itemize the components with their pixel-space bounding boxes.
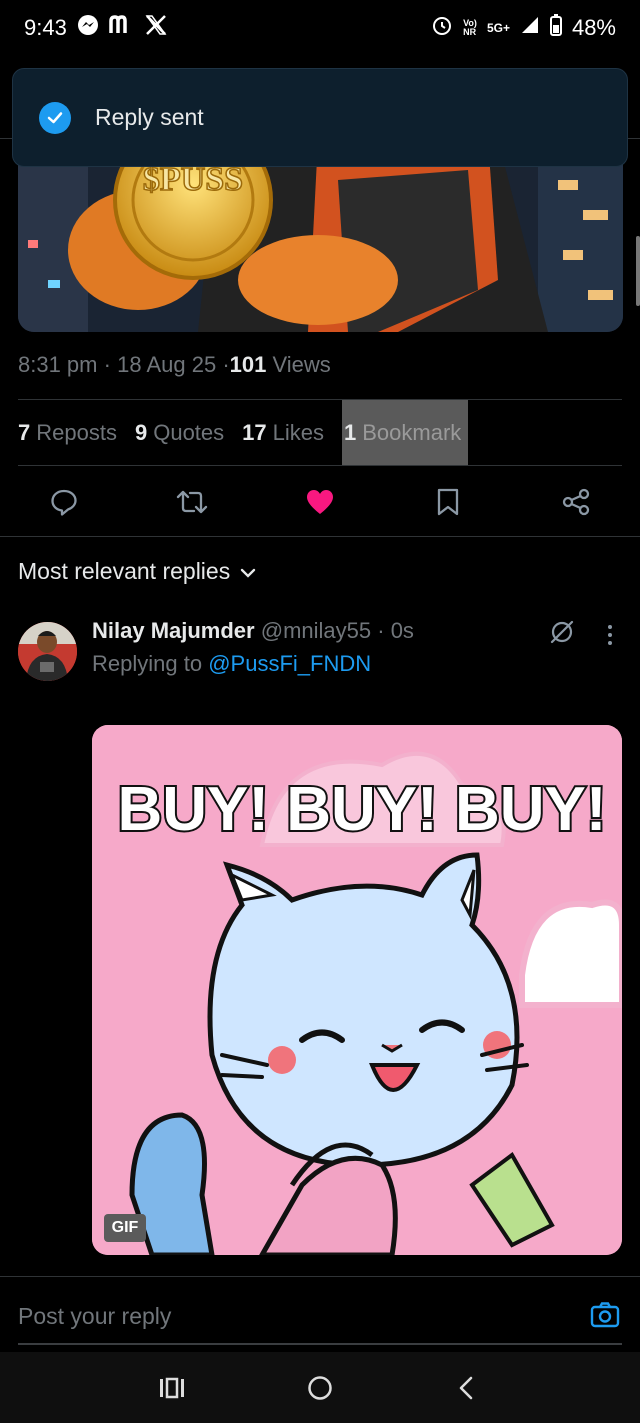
repost-icon[interactable] — [172, 482, 212, 522]
status-bar: 9:43 Vo) NR 5G+ 48% — [0, 0, 640, 56]
replying-to: Replying to @PussFi_FNDN — [92, 651, 371, 677]
alarm-icon — [431, 14, 453, 42]
replying-mention[interactable]: @PussFi_FNDN — [208, 651, 371, 676]
reply-input[interactable]: Post your reply — [18, 1303, 171, 1330]
likes-stat[interactable]: 17 Likes — [242, 420, 324, 446]
bookmark-icon[interactable] — [428, 482, 468, 522]
quotes-stat[interactable]: 9 Quotes — [135, 420, 224, 446]
back-icon[interactable] — [450, 1372, 482, 1404]
divider — [18, 465, 622, 466]
clock: 9:43 — [24, 15, 67, 40]
system-navbar — [0, 1352, 640, 1423]
views-label[interactable]: Views — [272, 352, 330, 377]
battery-percent: 48% — [571, 15, 616, 40]
avatar[interactable] — [18, 622, 77, 681]
post-image[interactable]: $PUSS — [18, 140, 623, 332]
toast-notification: Reply sent — [12, 68, 628, 167]
reply-header: Nilay Majumder @mnilay55 · 0s — [92, 618, 414, 644]
grok-icon[interactable] — [548, 618, 576, 646]
reply-time: · 0s — [377, 618, 414, 643]
reply-gif[interactable]: BUY! BUY! BUY! — [92, 725, 622, 1255]
post-meta: 8:31 pm · 18 Aug 25 ·101 Views — [18, 352, 331, 378]
reposts-stat[interactable]: 7 Reposts — [18, 420, 117, 446]
check-circle-icon — [39, 101, 71, 134]
post-actions — [0, 468, 640, 534]
scrollbar[interactable] — [636, 236, 640, 306]
composer-underline — [18, 1343, 622, 1345]
chevron-down-icon — [240, 558, 256, 585]
replying-prefix: Replying to — [92, 651, 203, 676]
divider — [0, 536, 640, 537]
like-icon[interactable] — [300, 482, 340, 522]
messenger-icon — [77, 14, 99, 42]
replies-sort-dropdown[interactable]: Most relevant replies — [18, 558, 256, 585]
gif-badge: GIF — [104, 1214, 146, 1242]
camera-icon[interactable] — [590, 1301, 620, 1329]
m-app-icon — [109, 15, 135, 41]
bookmarks-stat[interactable]: 1 Bookmark — [342, 400, 468, 465]
meta-separator: · — [103, 352, 111, 377]
gif-text: BUY! BUY! BUY! — [117, 775, 606, 844]
post-date: 18 Aug 25 — [117, 352, 217, 377]
post-time: 8:31 pm — [18, 352, 98, 377]
more-options-icon[interactable] — [604, 622, 616, 648]
signal-icon — [520, 15, 540, 41]
reply-composer: Post your reply — [0, 1276, 640, 1352]
status-right: Vo) NR 5G+ 48% — [431, 14, 616, 42]
x-logo-icon — [145, 14, 167, 42]
battery-icon — [549, 14, 562, 42]
recent-apps-icon[interactable] — [156, 1372, 188, 1404]
status-left: 9:43 — [24, 14, 167, 42]
volte-indicator: Vo) NR — [463, 18, 477, 37]
toast-message: Reply sent — [95, 104, 204, 130]
post-stats: 7 Reposts 9 Quotes 17 Likes 1 Bookmark — [18, 400, 468, 465]
reply-author-handle[interactable]: @mnilay55 — [261, 618, 371, 643]
share-icon[interactable] — [556, 482, 596, 522]
replies-sort-label: Most relevant replies — [18, 558, 231, 584]
home-icon[interactable] — [304, 1372, 336, 1404]
network-type: 5G+ — [486, 21, 510, 35]
reply-icon[interactable] — [44, 482, 84, 522]
meta-separator: · — [222, 352, 230, 377]
reply-author-name[interactable]: Nilay Majumder — [92, 618, 255, 643]
views-count: 101 — [229, 352, 267, 377]
